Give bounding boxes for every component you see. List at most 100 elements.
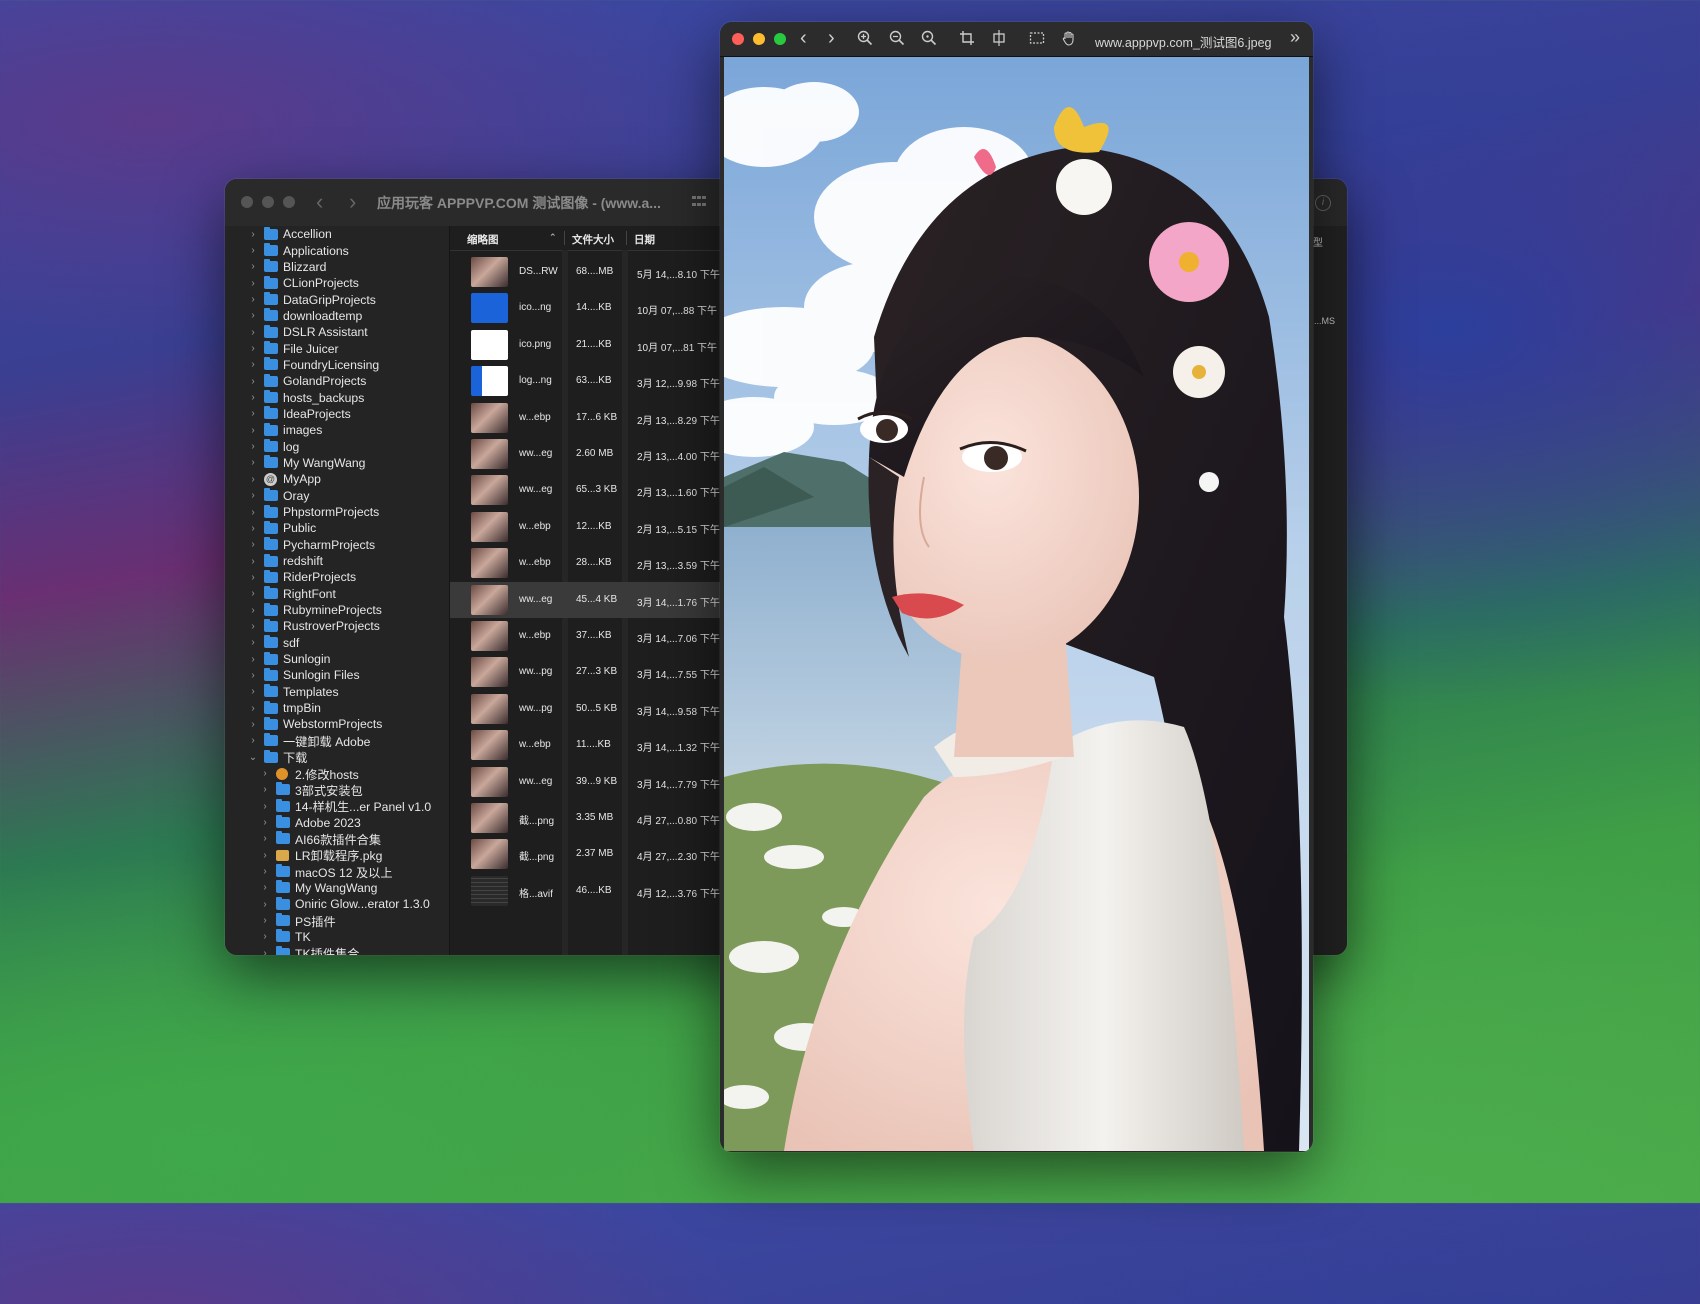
chevron-right-icon[interactable]: › <box>247 735 259 746</box>
sidebar-item[interactable]: ⌄ 下载 <box>225 749 449 765</box>
sidebar-item[interactable]: › IdeaProjects <box>225 406 449 422</box>
chevron-right-icon[interactable]: › <box>247 294 259 305</box>
file-row[interactable]: ww...eg 39...9 KB 3月 14,...7.79 下午 <box>450 764 720 800</box>
sidebar-item[interactable]: › Sunlogin <box>225 651 449 667</box>
sidebar-item[interactable]: › downloadtemp <box>225 308 449 324</box>
chevron-right-icon[interactable]: › <box>247 310 259 321</box>
chevron-right-icon[interactable]: › <box>247 523 259 534</box>
zoom-out-icon[interactable] <box>889 30 905 49</box>
sidebar-item[interactable]: › LR卸载程序.pkg <box>225 847 449 863</box>
chevron-right-icon[interactable]: › <box>247 278 259 289</box>
file-row[interactable]: 截...png 3.35 MB 4月 27,...0.80 下午 <box>450 800 720 836</box>
sidebar-item[interactable]: › DataGripProjects <box>225 291 449 307</box>
chevron-right-icon[interactable]: › <box>247 376 259 387</box>
zoom-button[interactable] <box>283 196 295 208</box>
sidebar-item[interactable]: › My WangWang <box>225 455 449 471</box>
info-icon[interactable]: i <box>1315 195 1331 211</box>
sidebar-item[interactable]: › Oniric Glow...erator 1.3.0 <box>225 896 449 912</box>
zoom-button[interactable] <box>774 33 786 45</box>
chevron-right-icon[interactable]: › <box>259 768 271 779</box>
next-image-button[interactable]: › <box>828 27 835 50</box>
more-tools-button[interactable]: » <box>1290 27 1300 48</box>
sidebar-item[interactable]: › File Juicer <box>225 340 449 356</box>
sidebar-item[interactable]: › RiderProjects <box>225 569 449 585</box>
file-row[interactable]: ico...ng 14....KB 10月 07,...88 下午 <box>450 290 720 326</box>
chevron-right-icon[interactable]: › <box>247 261 259 272</box>
chevron-right-icon[interactable]: › <box>247 490 259 501</box>
chevron-right-icon[interactable]: › <box>259 866 271 877</box>
previous-image-button[interactable]: ‹ <box>800 27 807 50</box>
crop-icon[interactable] <box>959 30 975 49</box>
chevron-right-icon[interactable]: › <box>247 441 259 452</box>
zoom-in-icon[interactable] <box>857 30 873 49</box>
file-row[interactable]: ww...pg 27...3 KB 3月 14,...7.55 下午 <box>450 654 720 690</box>
file-row[interactable]: ww...pg 50...5 KB 3月 14,...9.58 下午 <box>450 691 720 727</box>
chevron-right-icon[interactable]: › <box>247 229 259 240</box>
sidebar-item[interactable]: › sdf <box>225 635 449 651</box>
file-row[interactable]: w...ebp 17...6 KB 2月 13,...8.29 下午 <box>450 400 720 436</box>
chevron-right-icon[interactable]: › <box>247 425 259 436</box>
sort-up-icon[interactable]: ⌃ <box>549 232 557 243</box>
column-size[interactable]: 文件大小 <box>572 232 614 247</box>
file-row[interactable]: log...ng 63....KB 3月 12,...9.98 下午 <box>450 363 720 399</box>
chevron-right-icon[interactable]: › <box>259 899 271 910</box>
sidebar-item[interactable]: › Adobe 2023 <box>225 814 449 830</box>
column-date[interactable]: 日期 <box>634 232 655 247</box>
sidebar-item[interactable]: › Accellion <box>225 226 449 242</box>
chevron-right-icon[interactable]: › <box>247 605 259 616</box>
chevron-right-icon[interactable]: › <box>247 343 259 354</box>
file-row[interactable]: 截...png 2.37 MB 4月 27,...2.30 下午 <box>450 836 720 872</box>
chevron-right-icon[interactable]: › <box>259 915 271 926</box>
chevron-right-icon[interactable]: › <box>247 474 259 485</box>
chevron-right-icon[interactable]: › <box>259 833 271 844</box>
chevron-down-icon[interactable]: ⌄ <box>247 752 259 763</box>
file-row[interactable]: ww...eg 45...4 KB 3月 14,...1.76 下午 <box>450 581 720 618</box>
sidebar-item[interactable]: › FoundryLicensing <box>225 357 449 373</box>
sidebar-item[interactable]: › WebstormProjects <box>225 716 449 732</box>
sidebar-item[interactable]: › Oray <box>225 488 449 504</box>
actual-size-icon[interactable] <box>921 30 937 49</box>
chevron-right-icon[interactable]: › <box>247 556 259 567</box>
chevron-right-icon[interactable]: › <box>247 457 259 468</box>
hand-icon[interactable] <box>1061 30 1077 49</box>
chevron-right-icon[interactable]: › <box>247 245 259 256</box>
chevron-right-icon[interactable]: › <box>259 850 271 861</box>
fit-icon[interactable] <box>991 30 1007 49</box>
sidebar-item[interactable]: › macOS 12 及以上 <box>225 863 449 880</box>
sidebar-item[interactable]: › RustroverProjects <box>225 618 449 634</box>
sidebar-item[interactable]: › PS插件 <box>225 912 449 929</box>
sidebar-item[interactable]: › tmpBin <box>225 700 449 716</box>
file-row[interactable]: w...ebp 12....KB 2月 13,...5.15 下午 <box>450 509 720 545</box>
forward-button[interactable]: › <box>349 189 356 215</box>
chevron-right-icon[interactable]: › <box>247 703 259 714</box>
view-grid-icon[interactable] <box>692 196 706 208</box>
minimize-button[interactable] <box>753 33 765 45</box>
chevron-right-icon[interactable]: › <box>259 882 271 893</box>
chevron-right-icon[interactable]: › <box>247 327 259 338</box>
close-button[interactable] <box>732 33 744 45</box>
chevron-right-icon[interactable]: › <box>247 507 259 518</box>
chevron-right-icon[interactable]: › <box>259 801 271 812</box>
chevron-right-icon[interactable]: › <box>259 784 271 795</box>
sidebar-item[interactable]: › redshift <box>225 553 449 569</box>
sidebar-item[interactable]: › Blizzard <box>225 259 449 275</box>
chevron-right-icon[interactable]: › <box>247 654 259 665</box>
sidebar-item[interactable]: › PycharmProjects <box>225 537 449 553</box>
chevron-right-icon[interactable]: › <box>259 817 271 828</box>
column-thumbnail[interactable]: 缩略图 <box>467 232 499 247</box>
sidebar-item[interactable]: › Sunlogin Files <box>225 667 449 683</box>
displayed-photo[interactable] <box>724 57 1309 1151</box>
sidebar-item[interactable]: › 一键卸载 Adobe <box>225 733 449 749</box>
chevron-right-icon[interactable]: › <box>247 719 259 730</box>
sidebar-item[interactable]: › PhpstormProjects <box>225 504 449 520</box>
chevron-right-icon[interactable]: › <box>247 539 259 550</box>
chevron-right-icon[interactable]: › <box>247 588 259 599</box>
chevron-right-icon[interactable]: › <box>247 392 259 403</box>
sidebar-item[interactable]: › DSLR Assistant <box>225 324 449 340</box>
sidebar-item[interactable]: › Applications <box>225 242 449 258</box>
file-row[interactable]: 格...avif 46....KB 4月 12,...3.76 下午 <box>450 873 720 909</box>
chevron-right-icon[interactable]: › <box>259 931 271 942</box>
sidebar-item[interactable]: › TK <box>225 929 449 945</box>
close-button[interactable] <box>241 196 253 208</box>
file-row[interactable]: w...ebp 11....KB 3月 14,...1.32 下午 <box>450 727 720 763</box>
